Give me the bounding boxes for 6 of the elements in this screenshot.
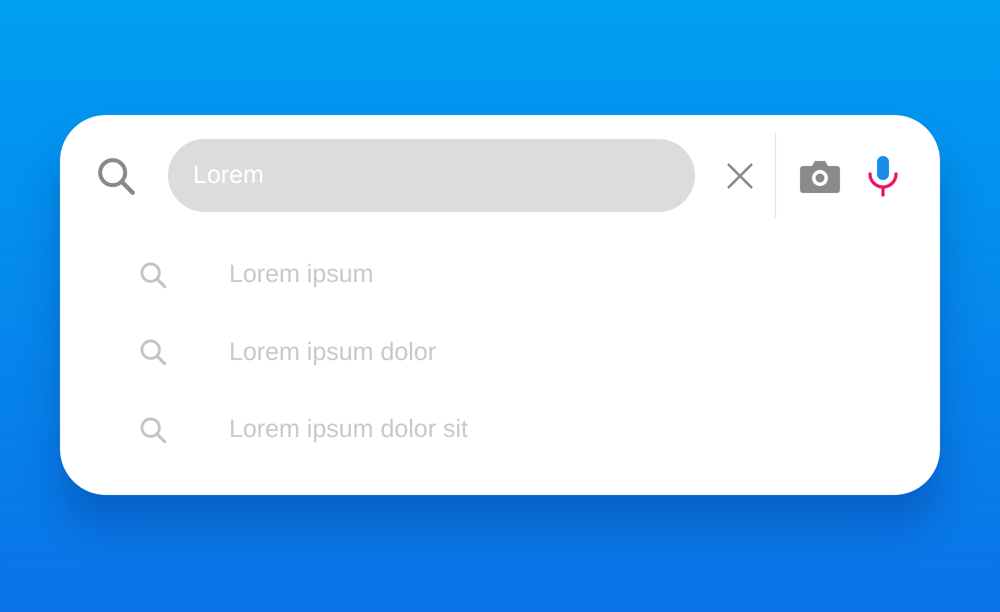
close-icon[interactable]: [725, 160, 755, 190]
search-icon: [139, 260, 167, 289]
microphone-icon[interactable]: [867, 154, 899, 196]
search-icon: [139, 338, 167, 366]
search-icon: [139, 416, 167, 444]
search-icon[interactable]: [96, 156, 136, 196]
